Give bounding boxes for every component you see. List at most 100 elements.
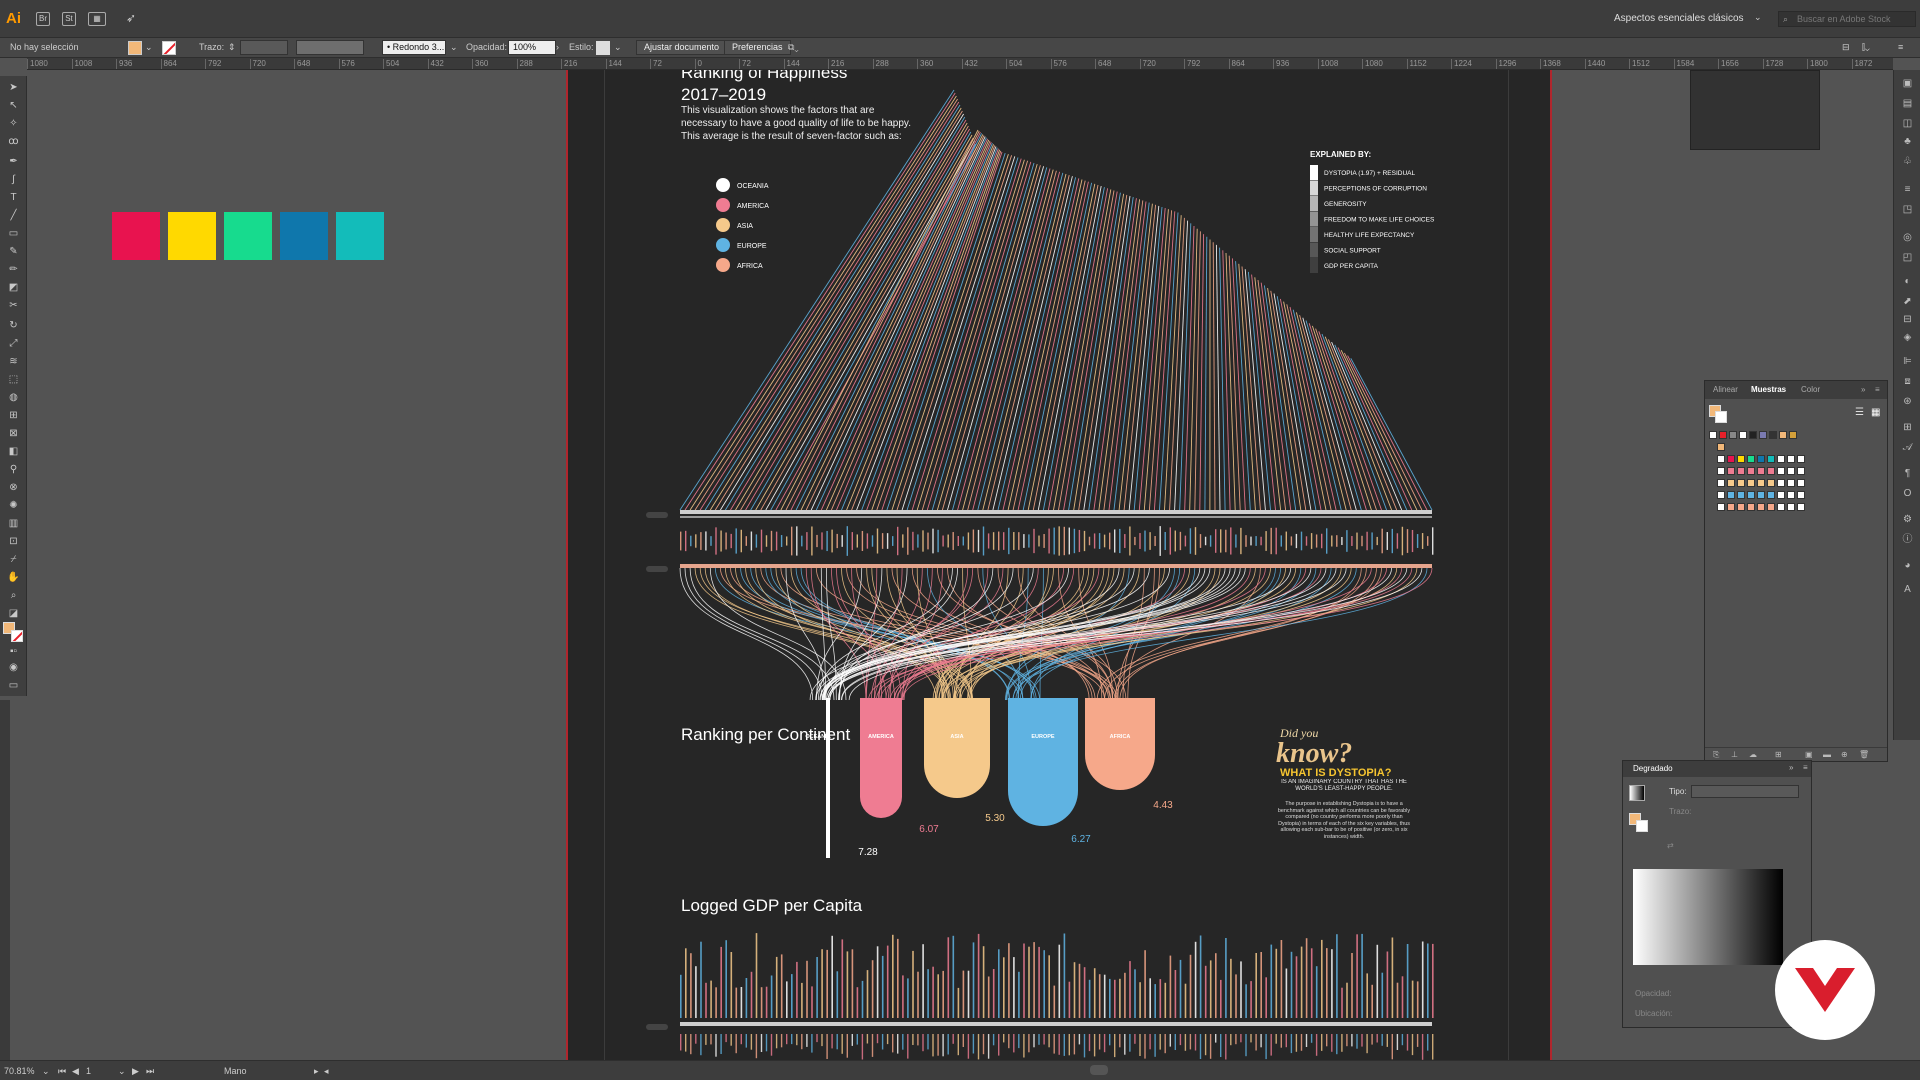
opentype-icon[interactable]: O [1901, 488, 1914, 500]
gradient-type-dropdown[interactable] [1691, 785, 1799, 798]
list-view-icon[interactable]: ☰ [1855, 407, 1864, 418]
swatch-cell[interactable] [1769, 431, 1777, 439]
swatch-cell[interactable] [1777, 491, 1785, 499]
swatch-cell[interactable] [1767, 479, 1775, 487]
character-styles-icon[interactable]: 𝒜 [1901, 442, 1914, 454]
panel-options-icon[interactable]: ⊟ [1842, 42, 1850, 53]
rotate-tool-icon[interactable]: ↻ [7, 320, 20, 332]
default-colors-icon[interactable]: ◪ [7, 608, 20, 620]
next-artboard-icon[interactable]: ▶ [132, 1066, 139, 1077]
palette-swatch[interactable] [280, 212, 328, 260]
swatch-cell[interactable] [1757, 479, 1765, 487]
info-icon[interactable]: ⓘ [1901, 534, 1914, 546]
shape-builder-tool-icon[interactable]: ◍ [7, 392, 20, 404]
horizontal-scrollbar-thumb[interactable] [1090, 1065, 1108, 1075]
asset-export-icon[interactable]: ⚙ [1901, 514, 1914, 526]
swatch-cell[interactable] [1727, 491, 1735, 499]
swatch-cell[interactable] [1709, 431, 1717, 439]
eraser-tool-icon[interactable]: ◩ [7, 282, 20, 294]
swatch-cell[interactable] [1717, 455, 1725, 463]
scale-tool-icon[interactable]: ⤢ [7, 338, 20, 350]
swatch-cell[interactable] [1757, 503, 1765, 511]
last-artboard-icon[interactable]: ⏭ [146, 1066, 154, 1077]
horizontal-ruler[interactable]: 1080 1008 936 864 792 720 648 576 504 432 360 288 21… [27, 58, 1893, 70]
layers-stack-icon[interactable]: ◈ [1901, 332, 1914, 344]
paintbrush-tool-icon[interactable]: ✎ [7, 246, 20, 258]
swatch-cell[interactable] [1757, 491, 1765, 499]
eyedropper-tool-icon[interactable]: ⚲ [7, 464, 20, 476]
chevron-left-icon[interactable]: ◂ [324, 1066, 329, 1077]
palette-swatch[interactable] [336, 212, 384, 260]
collapse-icon[interactable]: » [1789, 763, 1793, 772]
stroke-color-swatch[interactable] [11, 630, 23, 642]
swatch-cell[interactable] [1787, 455, 1795, 463]
swatch-cell[interactable] [1777, 467, 1785, 475]
library-icon[interactable]: ⎘ [1713, 750, 1719, 760]
vertical-ruler[interactable] [0, 700, 10, 1060]
opacity-field[interactable]: 100% [508, 40, 556, 55]
swatch-cell[interactable] [1727, 503, 1735, 511]
swatch-cell[interactable] [1747, 455, 1755, 463]
workspace-layout-icon[interactable]: ⫿⌄ [1862, 42, 1870, 53]
selection-tool-icon[interactable]: ➤ [7, 82, 20, 94]
swatch-cell[interactable] [1777, 455, 1785, 463]
lasso-tool-icon[interactable]: ꝏ [7, 136, 20, 148]
swatch-cell[interactable] [1797, 479, 1805, 487]
drawing-mode-icon[interactable]: ◉ [7, 662, 20, 674]
swatch-cell[interactable] [1777, 479, 1785, 487]
swatch-cell[interactable] [1757, 467, 1765, 475]
reverse-icon[interactable]: ⇄ [1667, 841, 1674, 850]
links-icon[interactable]: ⊛ [1901, 396, 1914, 408]
chevron-down-icon[interactable]: ⌄ [118, 1066, 126, 1077]
swatch-cell[interactable] [1767, 455, 1775, 463]
zoom-tool-icon[interactable]: ⌕ [7, 590, 20, 602]
magic-wand-tool-icon[interactable]: ✧ [7, 118, 20, 130]
stock-icon[interactable]: St [62, 12, 76, 26]
chevron-down-icon[interactable]: ⌄ [450, 42, 458, 53]
mesh-tool-icon[interactable]: ⊠ [7, 428, 20, 440]
gradient-thumbnail[interactable] [1629, 785, 1645, 801]
swatch-cell[interactable] [1787, 467, 1795, 475]
type-tool-icon[interactable]: T [7, 192, 20, 204]
swatch-cell[interactable] [1797, 455, 1805, 463]
gradient-tool-icon[interactable]: ◧ [7, 446, 20, 458]
pathfinder-icon[interactable]: ⧈ [1901, 376, 1914, 388]
fill-swatch[interactable] [128, 41, 142, 55]
show-kinds-icon[interactable]: ⊥ [1731, 750, 1738, 759]
slice-tool-icon[interactable]: ⌿ [7, 554, 20, 566]
align-icon[interactable]: ⊫ [1901, 356, 1914, 368]
paragraph-icon[interactable]: ¶ [1901, 468, 1914, 480]
scissors-tool-icon[interactable]: ✂ [7, 300, 20, 312]
swatch-cell[interactable] [1727, 455, 1735, 463]
arrange-documents-icon[interactable]: ▦ [88, 12, 106, 26]
send-icon[interactable]: ➶ [124, 12, 138, 26]
palette-swatch[interactable] [224, 212, 272, 260]
swatch-cell[interactable] [1777, 503, 1785, 511]
swatch-cell[interactable] [1787, 503, 1795, 511]
chevron-down-icon[interactable]: ⌄ [145, 42, 153, 53]
preferences-button[interactable]: Preferencias [724, 40, 791, 55]
swatch-cell[interactable] [1797, 491, 1805, 499]
navigator-preview[interactable] [1690, 70, 1820, 150]
chevron-down-icon[interactable]: ⌄ [614, 42, 622, 53]
stroke-weight-field[interactable] [240, 40, 288, 55]
graphic-styles-icon[interactable]: ◰ [1901, 252, 1914, 264]
collapse-icon[interactable]: » [1861, 385, 1865, 394]
pen-tool-icon[interactable]: ✒ [7, 156, 20, 168]
stroke-swatch[interactable] [162, 41, 176, 55]
folder-icon[interactable]: ▬ [1823, 750, 1831, 759]
swatch-cell[interactable] [1797, 503, 1805, 511]
swatch-cell[interactable] [1737, 467, 1745, 475]
new-group-icon[interactable]: ▣ [1805, 750, 1813, 759]
direct-selection-tool-icon[interactable]: ↖ [7, 100, 20, 112]
swatch-cell[interactable] [1717, 443, 1725, 451]
pencil-tool-icon[interactable]: ✏ [7, 264, 20, 276]
graphic-style-swatch[interactable] [596, 41, 610, 55]
swatch-cell[interactable] [1767, 491, 1775, 499]
swatch-cell[interactable] [1737, 479, 1745, 487]
libraries-icon[interactable]: ▤ [1901, 98, 1914, 110]
stock-search-input[interactable]: ⌕ Buscar en Adobe Stock [1778, 11, 1916, 27]
chevron-right-icon[interactable]: › [556, 42, 559, 52]
swatch-cell[interactable] [1779, 431, 1787, 439]
tab-swatches[interactable]: Muestras [1751, 385, 1786, 394]
